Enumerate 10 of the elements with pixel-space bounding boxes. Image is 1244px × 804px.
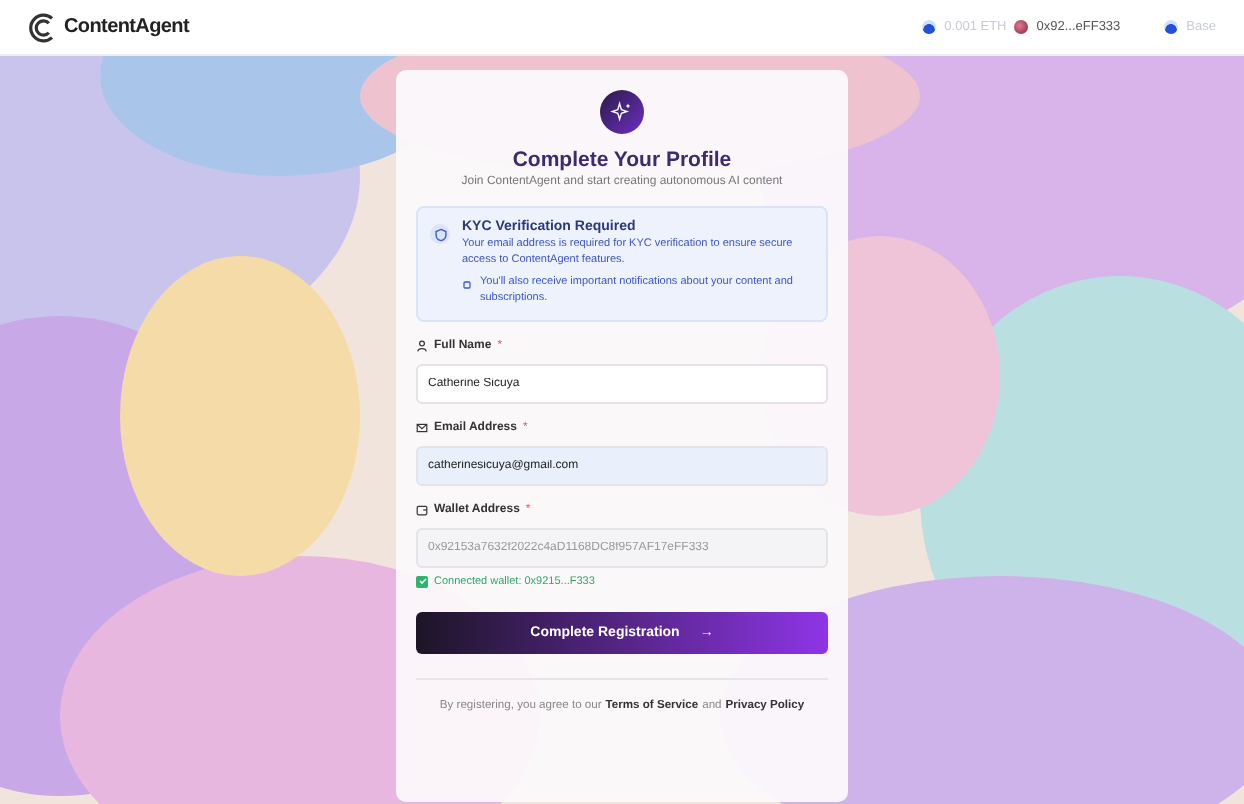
shield-icon — [430, 224, 450, 244]
network-icon — [1164, 20, 1179, 34]
envelope-icon — [416, 421, 428, 434]
coin-icon — [922, 20, 937, 34]
wallet-icon — [416, 503, 428, 516]
person-icon — [416, 339, 428, 352]
card-title: Complete Your Profile — [510, 148, 734, 172]
avatar-icon — [1014, 20, 1029, 34]
logo-text: ContentAgent — [64, 16, 189, 38]
sparkle-icon — [600, 90, 644, 134]
